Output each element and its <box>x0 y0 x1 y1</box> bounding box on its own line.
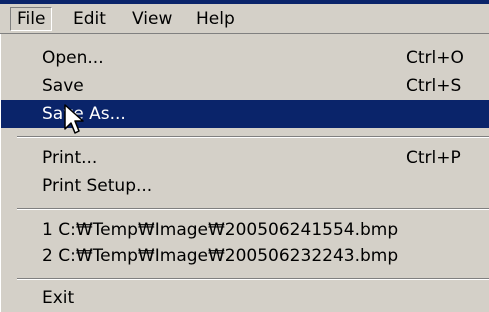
arrow-cursor-icon <box>64 104 84 134</box>
menu-edit[interactable]: Edit <box>67 7 112 31</box>
menu-item-print-shortcut: Ctrl+P <box>406 148 461 168</box>
menu-item-exit[interactable]: Exit <box>1 284 489 312</box>
menu-item-open[interactable]: Open... Ctrl+O <box>1 44 489 72</box>
menu-view[interactable]: View <box>126 7 178 31</box>
file-menu-dropdown: Open... Ctrl+O Save Ctrl+S Save As... Pr… <box>0 34 489 312</box>
menu-item-open-shortcut: Ctrl+O <box>406 48 464 68</box>
menu-item-save[interactable]: Save Ctrl+S <box>1 72 489 100</box>
menu-item-exit-label: Exit <box>42 288 75 308</box>
menu-item-print-label: Print... <box>42 148 98 168</box>
menu-help[interactable]: Help <box>190 7 241 31</box>
menu-item-print-setup[interactable]: Print Setup... <box>1 172 489 200</box>
menu-item-recent-1[interactable]: 1 C:₩Temp₩Image₩200506241554.bmp <box>1 216 489 244</box>
menu-item-save-label: Save <box>42 76 84 96</box>
menu-item-save-shortcut: Ctrl+S <box>406 76 462 96</box>
menu-separator <box>17 208 489 210</box>
menu-item-print-setup-label: Print Setup... <box>42 176 153 196</box>
menu-item-print[interactable]: Print... Ctrl+P <box>1 144 489 172</box>
menu-file[interactable]: File <box>10 7 53 31</box>
menu-separator <box>17 278 489 280</box>
menu-bar: File Edit View Help <box>0 4 489 34</box>
menu-item-recent-1-label: 1 C:₩Temp₩Image₩200506241554.bmp <box>42 220 399 240</box>
menu-item-recent-2-label: 2 C:₩Temp₩Image₩200506232243.bmp <box>42 246 399 266</box>
menu-item-recent-2[interactable]: 2 C:₩Temp₩Image₩200506232243.bmp <box>1 242 489 270</box>
menu-item-open-label: Open... <box>42 48 104 68</box>
